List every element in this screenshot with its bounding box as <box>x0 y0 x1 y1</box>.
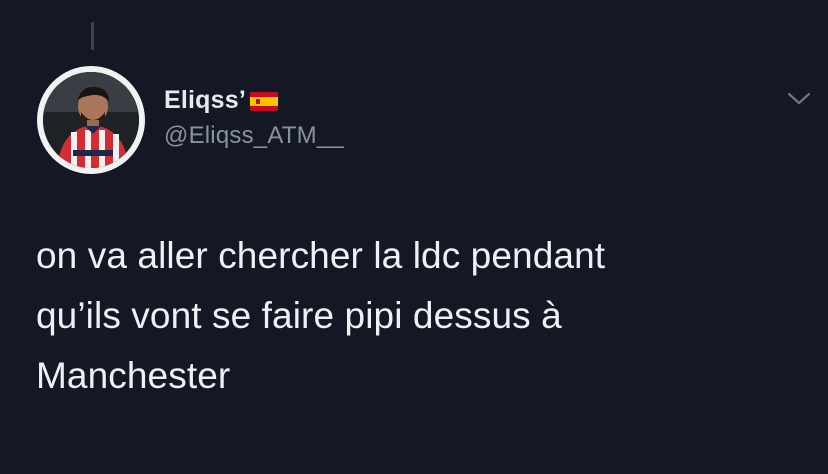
avatar[interactable] <box>37 66 145 174</box>
tweet-text: on va aller chercher la ldc pendant qu’i… <box>36 235 606 396</box>
display-name[interactable]: Eliqss’ <box>164 86 246 115</box>
profile-avatar <box>43 72 139 168</box>
display-name-row: Eliqss’ <box>164 84 344 116</box>
spain-flag-icon <box>250 91 278 111</box>
thread-connector-line <box>91 22 94 50</box>
user-info: Eliqss’ @Eliqss_ATM__ <box>164 84 344 150</box>
avatar-image <box>43 72 139 168</box>
user-handle[interactable]: @Eliqss_ATM__ <box>164 122 344 150</box>
chevron-down-icon[interactable] <box>786 90 812 108</box>
